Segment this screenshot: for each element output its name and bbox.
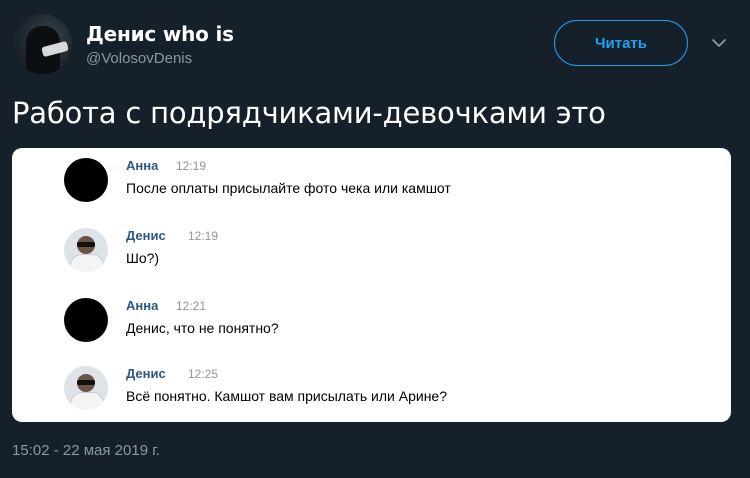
avatar-body [70, 254, 104, 272]
denis-avatar [64, 228, 108, 272]
chevron-down-icon[interactable] [710, 34, 728, 52]
message-author: Денис [126, 228, 166, 243]
message-time: 12:25 [188, 367, 219, 381]
chat-message: Денис 12:25 Всё понятно. Камшот вам прис… [64, 366, 704, 416]
follow-button[interactable]: Читать [554, 20, 688, 66]
avatar-body [70, 392, 104, 410]
sunglasses-icon [77, 380, 95, 385]
tweet-timestamp[interactable]: 15:02 - 22 мая 2019 г. [12, 442, 160, 459]
message-author: Денис [126, 366, 166, 381]
message-time: 12:21 [176, 299, 207, 313]
author-name[interactable]: Денис who is [86, 22, 234, 46]
message-text: Денис, что не понятно? [126, 320, 279, 336]
message-author: Анна [126, 158, 159, 173]
author-handle[interactable]: @VolosovDenis [86, 50, 192, 67]
message-time: 12:19 [176, 159, 207, 173]
chat-screenshot: Анна 12:19 После оплаты присылайте фото … [12, 148, 731, 422]
denis-avatar [64, 366, 108, 410]
message-text: Шо?) [126, 250, 160, 266]
chat-message: Денис 12:19 Шо?) [64, 228, 704, 278]
author-avatar[interactable] [12, 14, 72, 74]
sunglasses-icon [77, 242, 95, 247]
anna-avatar [64, 158, 108, 202]
chat-message: Анна 12:21 Денис, что не понятно? [64, 298, 704, 348]
message-text: После оплаты присылайте фото чека или ка… [126, 180, 451, 196]
message-author: Анна [126, 298, 159, 313]
tweet-header: Денис who is @VolosovDenis Читать [12, 12, 738, 78]
message-time: 12:19 [188, 229, 219, 243]
message-text: Всё понятно. Камшот вам присылать или Ар… [126, 388, 448, 404]
chat-message: Анна 12:19 После оплаты присылайте фото … [64, 158, 704, 208]
anna-avatar [64, 298, 108, 342]
tweet-text: Работа с подрядчиками-девочками это [12, 96, 606, 130]
